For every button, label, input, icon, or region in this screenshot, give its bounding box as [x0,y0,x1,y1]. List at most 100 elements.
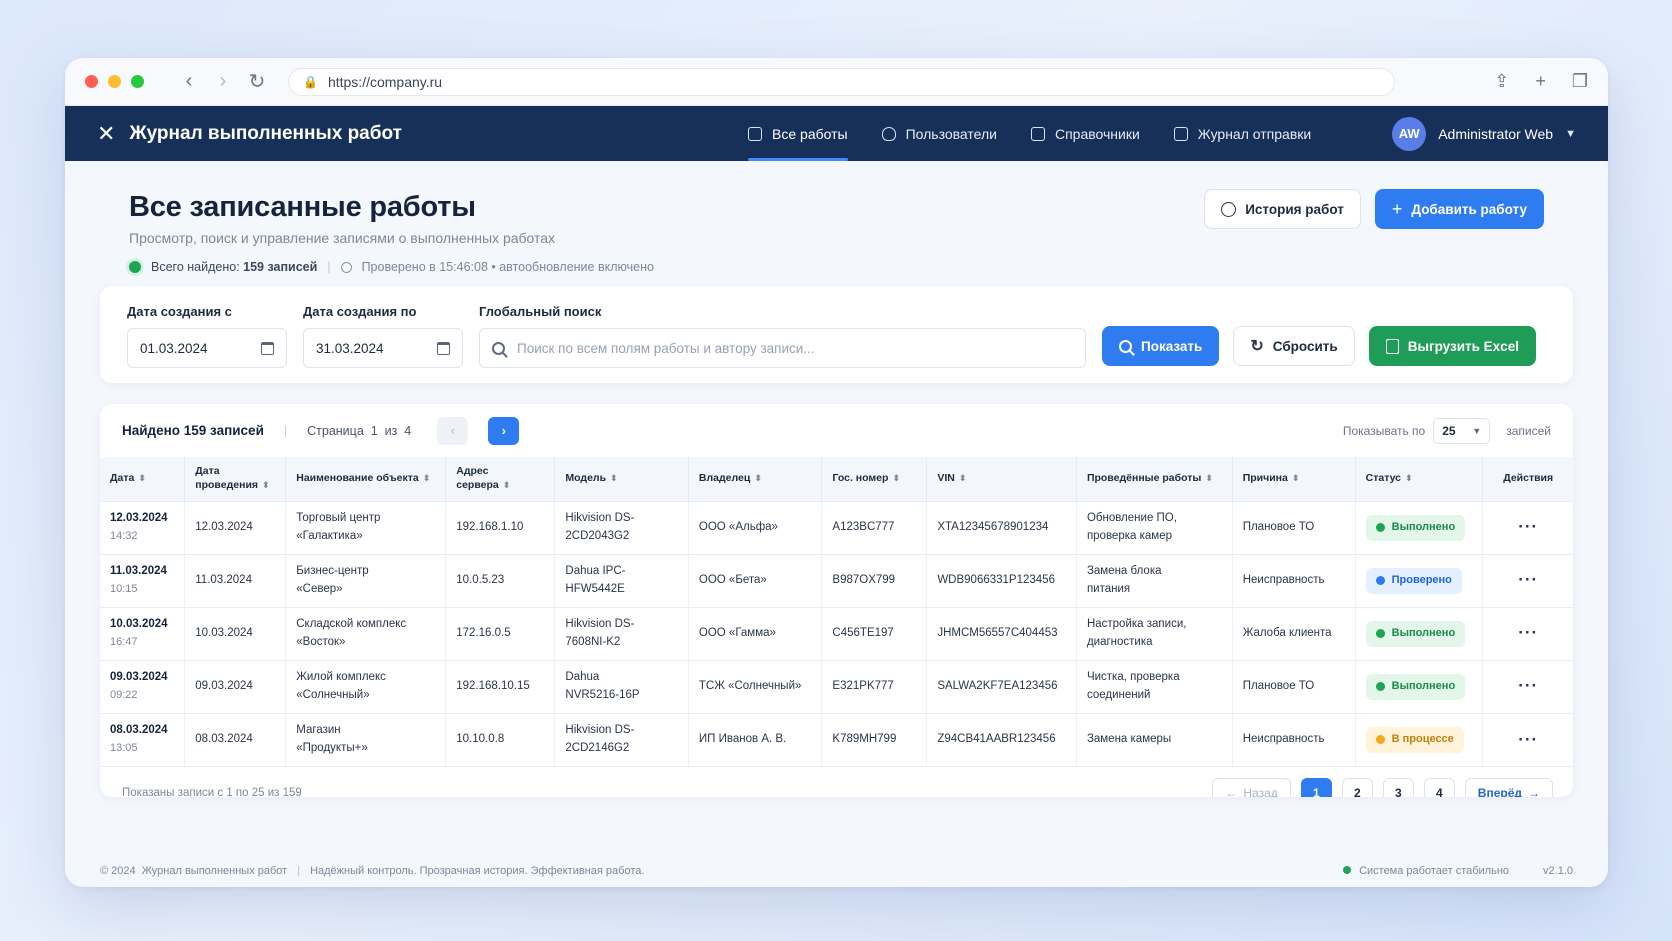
per-page-select[interactable]: 25 ▼ [1433,417,1491,444]
more-actions-icon[interactable]: ··· [1518,570,1538,589]
sort-icon[interactable]: ⬍ [503,480,511,490]
divider: | [283,423,288,438]
column-header[interactable]: Проведённые работы ⬍ [1076,457,1233,501]
share-icon[interactable]: ⇪ [1494,71,1509,92]
sort-icon[interactable]: ⬍ [1292,473,1300,483]
page-button-2[interactable]: 2 [1341,778,1373,797]
forward-button[interactable]: Вперёд → [1464,778,1553,797]
more-actions-icon[interactable]: ··· [1518,623,1538,642]
status-dot-icon [1375,629,1385,638]
history-button-label: История работ [1245,201,1344,217]
nav-item-all-works[interactable]: Все работы [731,106,865,161]
back-arrow-icon[interactable]: ‹ [172,70,206,93]
status-ok-icon [129,261,141,273]
lock-icon: 🔒 [303,74,318,89]
record-date: 10.03.2024 [110,617,168,630]
sort-icon[interactable]: ⬍ [1405,473,1413,483]
server-address: 192.168.1.10 [456,520,524,533]
next-page-button[interactable]: › [488,416,520,445]
sort-icon[interactable]: ⬍ [1205,473,1213,483]
table-cell: Hikvision DS-2CD2043G2 [554,501,689,554]
device-model: Hikvision DS-7608NI-K2 [565,617,635,648]
date-to-input[interactable]: 31.03.2024 [303,328,463,368]
page-button-3[interactable]: 3 [1382,778,1414,797]
close-window-button[interactable] [85,75,98,88]
nav-item-send-log[interactable]: Журнал отправки [1157,106,1328,161]
sort-icon[interactable]: ⬍ [892,473,900,483]
search-placeholder: Поиск по всем полям работы и автору запи… [517,340,815,356]
chevron-down-icon: ▼ [1565,127,1576,140]
column-header-label: VIN [937,471,955,484]
sort-icon[interactable]: ⬍ [754,473,762,483]
global-search-input[interactable]: Поиск по всем полям работы и автору запи… [479,328,1086,368]
column-header[interactable]: Статус ⬍ [1355,457,1484,501]
table-cell: Жилой комплекс «Солнечный» [285,660,447,713]
back-button[interactable]: ← Назад [1212,778,1291,797]
table-cell: 10.03.2024 [184,607,287,660]
table-cell: Плановое ТО [1232,660,1356,713]
show-button[interactable]: Показать [1102,326,1220,366]
table-row[interactable]: 09.03.2024 09:22 09.03.2024 Жилой комплекс … [100,660,1573,713]
sort-icon[interactable]: ⬍ [423,473,431,483]
sort-icon[interactable]: ⬍ [262,480,270,490]
more-actions-icon[interactable]: ··· [1518,676,1538,695]
column-header-label: Причина [1242,471,1288,484]
new-tab-icon[interactable]: + [1535,71,1546,92]
user-menu[interactable]: AW Administrator Web ▼ [1392,116,1576,151]
date-from-value: 01.03.2024 [140,340,208,356]
nav-item-directories[interactable]: Справочники [1014,106,1157,161]
address-bar[interactable]: 🔒 https://company.ru [288,67,1395,96]
page-button-1[interactable]: 1 [1300,778,1332,797]
column-header[interactable]: Наименование объекта ⬍ [285,457,447,501]
column-header[interactable]: Адрес сервера ⬍ [445,457,556,501]
column-header[interactable]: Дата ⬍ [100,457,186,501]
sort-icon[interactable]: ⬍ [959,473,967,483]
sort-icon[interactable]: ⬍ [138,473,146,483]
table-cell: ··· [1483,607,1573,660]
table-row[interactable]: 11.03.2024 10:15 11.03.2024 Бизнес-центр «С… [100,554,1573,607]
column-header[interactable]: Гос. номер ⬍ [821,457,928,501]
status-badge: Выполнено [1365,620,1466,647]
more-actions-icon[interactable]: ··· [1518,730,1538,749]
reset-button[interactable]: ↻ Сбросить [1233,326,1355,366]
maximize-window-button[interactable] [131,75,144,88]
table-cell: 09.03.2024 09:22 [100,660,186,713]
back-label: Назад [1243,786,1278,797]
table-cell: Выполнено [1355,660,1484,713]
sort-icon[interactable]: ⬍ [610,473,618,483]
minimize-window-button[interactable] [108,75,121,88]
more-actions-icon[interactable]: ··· [1518,517,1538,536]
page-button-4[interactable]: 4 [1423,778,1455,797]
calendar-icon[interactable] [261,341,274,355]
plate-number: K789MH799 [832,732,897,745]
divider: | [297,865,301,877]
reason: Неисправность [1242,573,1325,586]
column-header[interactable]: Модель ⬍ [554,457,689,501]
column-header[interactable]: Причина ⬍ [1232,457,1356,501]
calendar-icon[interactable] [437,341,450,355]
prev-page-button[interactable]: ‹ [437,416,469,445]
status-label: Выполнено [1391,679,1456,692]
table-cell: ООО «Бета» [688,554,823,607]
record-time: 10:15 [110,582,138,595]
column-header[interactable]: Владелец ⬍ [688,457,823,501]
status-badge: Проверено [1365,567,1462,594]
status-badge: Выполнено [1365,514,1466,541]
table-row[interactable]: 12.03.2024 14:32 12.03.2024 Торговый центр … [100,501,1573,554]
date-from-input[interactable]: 01.03.2024 [127,328,287,368]
column-header[interactable]: Дата проведения ⬍ [184,457,287,501]
app-brand[interactable]: ✕ Журнал выполненных работ [97,121,402,147]
forward-arrow-icon[interactable]: › [206,70,240,93]
reload-icon[interactable]: ↻ [240,69,274,94]
object-name: Складской комплекс «Восток» [296,617,407,648]
export-excel-button[interactable]: Выгрузить Excel [1368,326,1536,366]
history-button[interactable]: История работ [1204,189,1361,229]
column-header[interactable]: Действия [1483,457,1573,501]
column-header[interactable]: VIN ⬍ [926,457,1077,501]
tabs-overview-icon[interactable]: ❐ [1572,71,1588,92]
nav-item-users[interactable]: Пользователи [865,106,1014,161]
table-row[interactable]: 08.03.2024 13:05 08.03.2024 Магазин «Продук… [100,713,1573,766]
table-row[interactable]: 10.03.2024 16:47 10.03.2024 Складской компл… [100,607,1573,660]
add-work-button[interactable]: + Добавить работу [1374,189,1544,229]
forward-label: Вперёд [1477,786,1522,797]
